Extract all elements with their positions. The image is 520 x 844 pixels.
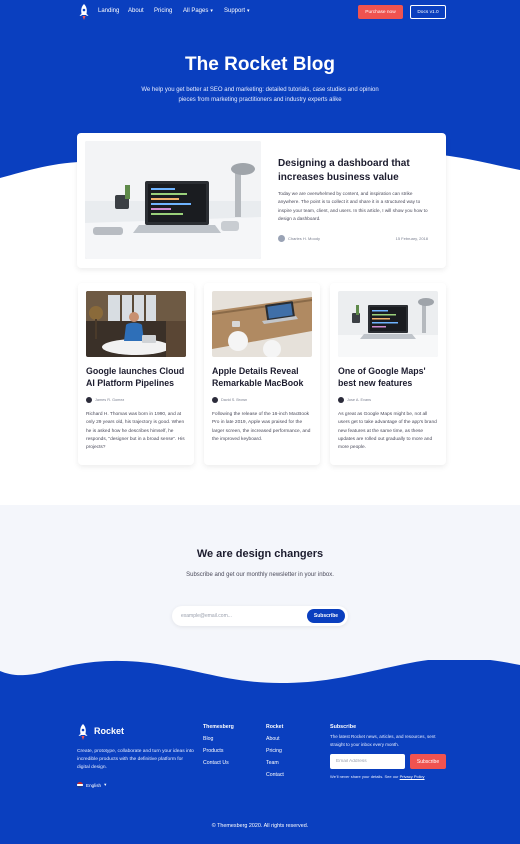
- avatar: [86, 397, 92, 403]
- blog-post-title[interactable]: Google launches Cloud AI Platform Pipeli…: [86, 365, 188, 389]
- newsletter-subscribe-button[interactable]: Subscribe: [307, 609, 345, 623]
- privacy-note-text: We'll never share your details. See our: [330, 774, 399, 779]
- footer-subscribe-heading: Subscribe: [330, 724, 357, 730]
- featured-post-card[interactable]: Designing a dashboard that increases bus…: [77, 133, 446, 268]
- footer-wave-divider: [0, 655, 520, 683]
- chevron-down-icon: ▾: [104, 782, 107, 787]
- blog-post-excerpt: As great as Google Maps might be, not al…: [338, 412, 437, 451]
- avatar: [212, 397, 218, 403]
- language-label: English: [86, 782, 102, 788]
- footer-email-input[interactable]: [330, 754, 405, 769]
- footer-link-products[interactable]: Products: [203, 748, 223, 754]
- footer-column-heading[interactable]: Themesberg: [203, 724, 234, 730]
- nav-link-all-pages-label: All Pages: [183, 8, 209, 14]
- footer-link-blog[interactable]: Blog: [203, 736, 213, 742]
- office-man-illustration: [86, 291, 186, 357]
- featured-post-meta: Charles H. Moody 15 February, 2018: [278, 235, 428, 245]
- privacy-policy-link[interactable]: Privacy Policy: [400, 774, 425, 779]
- author-name[interactable]: David S. Brown: [221, 398, 247, 402]
- nav-link-landing[interactable]: Landing: [98, 8, 119, 14]
- footer-link-pricing[interactable]: Pricing: [266, 748, 282, 754]
- rocket-logo-icon[interactable]: [77, 724, 89, 740]
- footer-brand-name[interactable]: Rocket: [94, 726, 124, 736]
- blog-post-card[interactable]: One of Google Maps' best new features Jo…: [330, 283, 446, 465]
- laptop-workspace-illustration: [212, 291, 312, 357]
- blog-post-image[interactable]: [338, 291, 438, 357]
- blog-post-card[interactable]: Google launches Cloud AI Platform Pipeli…: [78, 283, 194, 465]
- us-flag-icon: [77, 782, 83, 788]
- top-navbar: Landing About Pricing All Pages ▾ Support…: [0, 0, 520, 26]
- page-title: The Rocket Blog: [185, 54, 335, 75]
- footer-subscribe-text: The latest Rocket news, articles, and re…: [330, 734, 436, 747]
- nav-link-about[interactable]: About: [128, 8, 144, 14]
- blog-post-excerpt: Richard H. Thomas was born in 1990, and …: [86, 412, 185, 451]
- blog-post-title[interactable]: Apple Details Reveal Remarkable MacBook: [212, 365, 314, 389]
- footer-column-heading[interactable]: Rocket: [266, 724, 283, 730]
- footer-link-about[interactable]: About: [266, 736, 280, 742]
- blog-post-meta: David S. Brown: [212, 397, 312, 406]
- rocket-logo-icon[interactable]: [78, 4, 90, 20]
- chevron-down-icon: ▾: [210, 8, 213, 14]
- newsletter-background: [0, 505, 520, 665]
- blog-post-image[interactable]: [212, 291, 312, 357]
- newsletter-form: Subscribe: [172, 606, 348, 626]
- avatar: [278, 235, 285, 242]
- purchase-now-button[interactable]: Purchase now: [358, 5, 403, 19]
- blog-post-title[interactable]: One of Google Maps' best new features: [338, 365, 440, 389]
- nav-link-support[interactable]: Support ▾: [224, 8, 250, 14]
- featured-post-excerpt: Today we are overwhelmed by content, and…: [278, 191, 428, 222]
- page-subtitle: We help you get better at SEO and market…: [141, 87, 379, 103]
- featured-post-image[interactable]: [85, 141, 261, 259]
- privacy-note: We'll never share your details. See our …: [330, 774, 425, 779]
- nav-link-all-pages[interactable]: All Pages ▾: [183, 8, 213, 14]
- newsletter-title: We are design changers: [196, 548, 324, 560]
- featured-post-title[interactable]: Designing a dashboard that increases bus…: [278, 157, 428, 185]
- nav-link-support-label: Support: [224, 8, 246, 14]
- footer-subscribe-button[interactable]: Subscribe: [410, 754, 446, 769]
- docs-button[interactable]: Docs v1.0: [410, 5, 446, 19]
- nav-link-pricing[interactable]: Pricing: [154, 8, 172, 14]
- blog-post-card[interactable]: Apple Details Reveal Remarkable MacBook …: [204, 283, 320, 465]
- blog-post-excerpt: Following the release of the 16-inch Mac…: [212, 412, 311, 442]
- copyright-text: © Themesberg 2020. All rights reserved.: [211, 823, 309, 829]
- blog-post-image[interactable]: [86, 291, 186, 357]
- footer-link-contact[interactable]: Contact: [266, 772, 284, 778]
- footer-link-contact-us[interactable]: Contact Us: [203, 760, 229, 766]
- footer-description: Create, prototype, collaborate and turn …: [77, 749, 194, 770]
- newsletter-email-input[interactable]: [181, 611, 301, 621]
- blog-post-meta: Jose A. Evans: [338, 397, 438, 406]
- blog-post-meta: James R. Gomez: [86, 397, 186, 406]
- author-name[interactable]: Jose A. Evans: [347, 398, 371, 402]
- laptop-desk-illustration: [85, 141, 261, 259]
- author-name[interactable]: Charles H. Moody: [288, 236, 320, 241]
- footer-link-team[interactable]: Team: [266, 760, 279, 766]
- chevron-down-icon: ▾: [247, 8, 250, 14]
- language-selector[interactable]: English ▾: [77, 782, 106, 788]
- post-date: 15 February, 2018: [395, 236, 428, 241]
- laptop-desk-illustration: [338, 291, 438, 357]
- author-name[interactable]: James R. Gomez: [95, 398, 124, 402]
- avatar: [338, 397, 344, 403]
- newsletter-subtitle: Subscribe and get our monthly newsletter…: [186, 572, 334, 578]
